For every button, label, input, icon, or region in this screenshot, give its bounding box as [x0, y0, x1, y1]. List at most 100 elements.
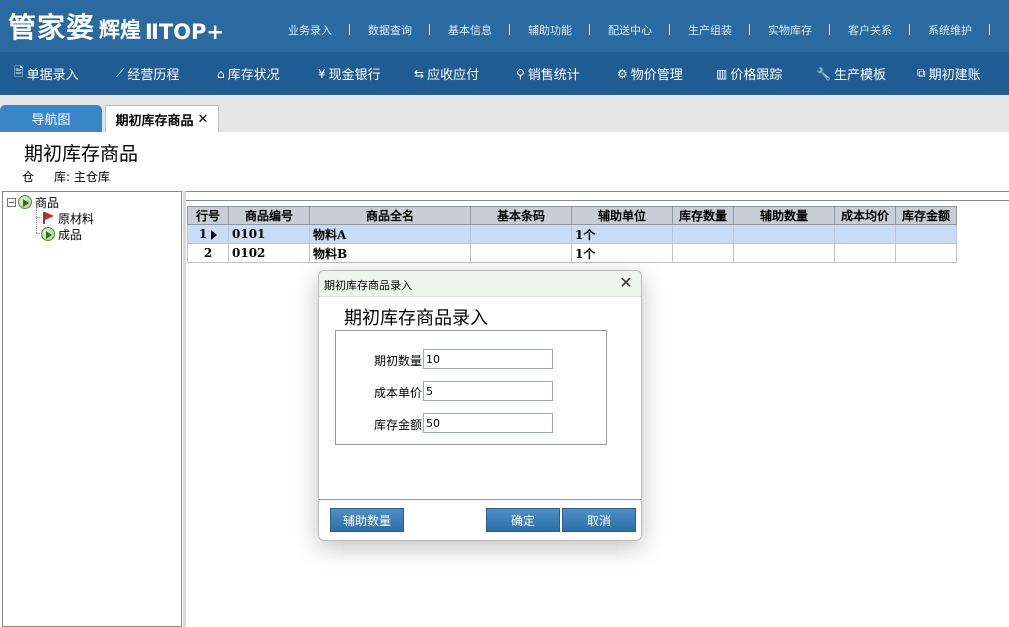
- logo-main-text: 管家婆: [8, 11, 96, 44]
- cell-unit[interactable]: 1个: [571, 224, 673, 244]
- dialog-title: 期初库存商品录入: [324, 279, 412, 292]
- nav-item-opening-accounts[interactable]: ⧉ 期初建账: [917, 52, 981, 95]
- top-menu-item-system[interactable]: 系统维护: [910, 22, 990, 38]
- document-icon: 🖹: [14, 65, 24, 79]
- aux-qty-button[interactable]: 辅助数量: [330, 508, 404, 532]
- tree-node-raw-materials[interactable]: 原材料: [41, 210, 94, 226]
- dialog-titlebar[interactable]: 期初库存商品录入 ✕: [319, 271, 641, 297]
- nav-item-receivable-payable[interactable]: ⇆ 应收应付: [414, 52, 479, 95]
- cell-aux-qty[interactable]: [733, 224, 835, 244]
- dialog-heading: 期初库存商品录入: [344, 308, 488, 329]
- column-header[interactable]: 行号: [187, 206, 229, 225]
- app-header: 管家婆 辉煌 ⅡTOP+ 业务录入 数据查询 基本信息 辅助功能 配送中心 生产…: [0, 0, 1009, 52]
- nav-item-label: 期初建账: [928, 68, 981, 83]
- cell-name[interactable]: 物料A: [309, 224, 471, 244]
- gear-icon: ⚙: [617, 66, 628, 81]
- cell-avg-cost[interactable]: [834, 224, 896, 244]
- column-header[interactable]: 辅助数量: [733, 206, 835, 225]
- cell-qty[interactable]: [672, 243, 734, 263]
- tab-label: 期初库存商品: [115, 113, 194, 129]
- stock-amount-label: 库存金额: [373, 418, 422, 432]
- top-menu-item-production[interactable]: 生产组装: [670, 22, 750, 38]
- table-row[interactable]: 1 0101 物料A 1个: [187, 224, 957, 244]
- top-menu-item-basic-info[interactable]: 基本信息: [430, 22, 510, 38]
- opening-qty-input[interactable]: [423, 349, 553, 369]
- cancel-button[interactable]: 取消: [562, 508, 636, 532]
- nav-item-label: 物价管理: [630, 68, 683, 83]
- top-menu-item-distribution[interactable]: 配送中心: [590, 22, 670, 38]
- dialog-field-group: 期初数量 成本单价 库存金额: [335, 330, 607, 445]
- nav-item-label: 现金银行: [328, 68, 381, 83]
- column-header[interactable]: 库存金额: [895, 206, 957, 225]
- unit-cost-label: 成本单价: [373, 386, 422, 400]
- top-menu-item-crm[interactable]: 客户关系: [830, 22, 910, 38]
- close-icon[interactable]: ✕: [198, 112, 209, 127]
- cell-code[interactable]: 0101: [228, 224, 310, 244]
- line-chart-icon: ⟋: [116, 66, 125, 80]
- column-header[interactable]: 商品全名: [309, 206, 471, 225]
- tree-node-root[interactable]: − 商品: [7, 194, 59, 210]
- tab-opening-stock[interactable]: 期初库存商品 ✕: [105, 105, 219, 132]
- grid-header-row: 行号 商品编号 商品全名 基本条码 辅助单位 库存数量 辅助数量 成本均价 库存…: [187, 206, 957, 225]
- logo-version-text: ⅡTOP+: [145, 20, 225, 44]
- warehouse-info: 仓 库: 主仓库: [22, 168, 110, 185]
- warehouse-value: 主仓库: [73, 170, 110, 184]
- top-menu-item-aux-functions[interactable]: 辅助功能: [510, 22, 590, 38]
- cell-name[interactable]: 物料B: [309, 243, 471, 263]
- logo-sub-text: 辉煌: [99, 17, 142, 42]
- nav-item-business-history[interactable]: ⟋ 经营历程: [116, 52, 179, 95]
- row-number: 1: [198, 227, 208, 241]
- nav-item-document-entry[interactable]: 🖹 单据录入: [14, 52, 79, 95]
- nav-item-label: 价格跟踪: [730, 68, 783, 83]
- opening-qty-label: 期初数量: [373, 354, 422, 368]
- nav-item-sales-stats[interactable]: ⚲ 销售统计: [516, 52, 580, 95]
- top-menu-item-data-query[interactable]: 数据查询: [350, 22, 430, 38]
- nav-item-cash-bank[interactable]: ¥ 现金银行: [318, 52, 381, 95]
- tab-strip: 导航图 期初库存商品 ✕: [0, 95, 1009, 132]
- cell-code[interactable]: 0102: [228, 243, 310, 263]
- nav-item-label: 经营历程: [127, 68, 180, 83]
- cell-barcode[interactable]: [470, 243, 572, 263]
- nav-item-label: 销售统计: [527, 68, 580, 83]
- nav-item-price-tracking[interactable]: ▥ 价格跟踪: [716, 52, 782, 95]
- nav-item-production-template[interactable]: 🔧 生产模板: [816, 52, 886, 95]
- top-menu-item-physical-stock[interactable]: 实物库存: [750, 22, 830, 38]
- divider: [186, 200, 1009, 201]
- cell-qty[interactable]: [672, 224, 734, 244]
- cell-amount[interactable]: [895, 224, 957, 244]
- external-link-icon: ⧉: [917, 66, 926, 80]
- nav-item-label: 生产模板: [833, 68, 886, 83]
- tab-navigation-map[interactable]: 导航图: [0, 105, 102, 132]
- nav-item-label: 应收应付: [427, 68, 480, 83]
- stock-amount-input[interactable]: [423, 413, 553, 433]
- tree-node-finished-goods[interactable]: 成品: [41, 226, 82, 242]
- page-title: 期初库存商品: [24, 143, 139, 165]
- search-icon: ⚲: [516, 66, 525, 81]
- cell-avg-cost[interactable]: [834, 243, 896, 263]
- column-header[interactable]: 商品编号: [228, 206, 310, 225]
- play-circle-icon: [18, 195, 32, 209]
- ok-button[interactable]: 确定: [486, 508, 560, 532]
- unit-cost-input[interactable]: [423, 381, 553, 401]
- current-row-icon: [211, 229, 218, 240]
- cell-amount[interactable]: [895, 243, 957, 263]
- cell-aux-qty[interactable]: [733, 243, 835, 263]
- column-header[interactable]: 辅助单位: [571, 206, 673, 225]
- column-header[interactable]: 基本条码: [470, 206, 572, 225]
- column-header[interactable]: 成本均价: [834, 206, 896, 225]
- nav-item-price-management[interactable]: ⚙ 物价管理: [617, 52, 683, 95]
- collapse-icon[interactable]: −: [7, 197, 16, 207]
- table-row[interactable]: 2 0102 物料B 1个: [187, 243, 957, 263]
- row-number-cell: 2: [187, 243, 229, 263]
- yen-icon: ¥: [318, 66, 326, 81]
- tree-connector: [36, 209, 37, 233]
- cell-barcode[interactable]: [470, 224, 572, 244]
- top-menu-item-business-entry[interactable]: 业务录入: [270, 22, 350, 38]
- close-icon[interactable]: ✕: [617, 274, 635, 292]
- play-circle-icon: [41, 227, 55, 241]
- nav-item-stock-status[interactable]: ⌂ 库存状况: [217, 52, 280, 95]
- column-header[interactable]: 库存数量: [672, 206, 734, 225]
- nav-item-label: 库存状况: [227, 68, 280, 83]
- nav-item-label: 单据录入: [26, 68, 79, 83]
- cell-unit[interactable]: 1个: [571, 243, 673, 263]
